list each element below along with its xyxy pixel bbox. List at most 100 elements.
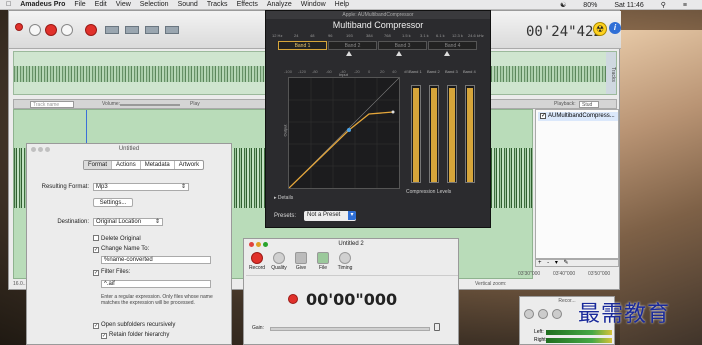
- ruler-tick: 03'40"000: [553, 271, 576, 277]
- menu-app[interactable]: Amadeus Pro: [20, 1, 65, 8]
- minimize-button[interactable]: [38, 147, 43, 152]
- band-1-meter: [411, 85, 421, 183]
- change-name-label: Change Name To:: [101, 246, 150, 252]
- search-icon[interactable]: ⚲: [661, 1, 666, 9]
- give-tool[interactable]: Give: [290, 252, 312, 271]
- tab-format[interactable]: Format: [84, 161, 113, 169]
- checkbox-icon: [93, 235, 99, 241]
- effects-panel: ✓ AUMultibandCompress...: [535, 109, 619, 259]
- playback-select[interactable]: Stud: [579, 101, 599, 108]
- checkbox-checked-icon: ✓: [93, 270, 99, 276]
- mini-edit-button[interactable]: [552, 309, 562, 319]
- edit-tool-icon[interactable]: [105, 26, 119, 34]
- details-disclosure[interactable]: ▸ Details: [274, 195, 293, 201]
- band-3-button[interactable]: Band 3: [378, 41, 427, 50]
- right-level-meter: [546, 338, 612, 343]
- trim-tool-icon[interactable]: [165, 26, 179, 34]
- menu-analyze[interactable]: Analyze: [267, 1, 292, 8]
- mini-record-button[interactable]: [524, 309, 534, 319]
- record-button[interactable]: [85, 24, 97, 36]
- band-4-button[interactable]: Band 4: [428, 41, 477, 50]
- tracks-tab[interactable]: Tracks: [606, 52, 616, 94]
- close-button[interactable]: [15, 23, 23, 31]
- freq-label: 193: [346, 33, 353, 38]
- stop-button[interactable]: [45, 24, 57, 36]
- band-1-button[interactable]: Band 1: [278, 41, 327, 50]
- apple-icon[interactable]: : [6, 1, 11, 8]
- delete-original-label: Delete Original: [101, 236, 141, 242]
- freq-label: 12.3 k: [452, 33, 463, 38]
- crossover-handle-2[interactable]: [396, 51, 402, 56]
- mbc-titlebar: Apple: AUMultibandCompressor: [266, 11, 490, 19]
- info-icon[interactable]: i: [609, 22, 621, 34]
- wave-tool-icon[interactable]: [145, 26, 159, 34]
- crossover-handle-3[interactable]: [444, 51, 450, 56]
- menu-help[interactable]: Help: [335, 1, 349, 8]
- clock[interactable]: Sat 11:46: [614, 2, 643, 9]
- mix-tool-icon[interactable]: [125, 26, 139, 34]
- effects-controls[interactable]: + - ▾ ✎: [535, 259, 619, 267]
- gain-slider[interactable]: [270, 327, 430, 331]
- graph-scale-label: -60: [326, 69, 332, 74]
- chevron-updown-icon: ⇕: [154, 219, 160, 225]
- format-select[interactable]: Mp3 ⇕: [93, 183, 189, 191]
- radiation-icon[interactable]: ☢: [593, 22, 607, 36]
- settings-button[interactable]: Settings...: [93, 198, 133, 207]
- delete-original-checkbox[interactable]: Delete Original: [93, 235, 141, 243]
- zoom-button[interactable]: [45, 147, 50, 152]
- record-icon: [251, 252, 263, 264]
- wifi-icon[interactable]: ☯: [560, 1, 566, 9]
- effect-item-label: AUMultibandCompress...: [548, 113, 615, 119]
- play-button[interactable]: [61, 24, 73, 36]
- freq-label: 3.1 k: [420, 33, 429, 38]
- record-button[interactable]: [288, 294, 298, 304]
- freq-label: 6.1 k: [436, 33, 445, 38]
- give-tool-label: Give: [295, 265, 307, 271]
- menu-view[interactable]: View: [116, 1, 131, 8]
- menu-list-icon[interactable]: ≡: [683, 2, 687, 9]
- close-button[interactable]: [31, 147, 36, 152]
- retain-hierarchy-checkbox[interactable]: ✓ Retain folder hierarchy: [101, 331, 169, 339]
- menu-sound[interactable]: Sound: [178, 1, 198, 8]
- freq-label: 1.5 k: [402, 33, 411, 38]
- tab-metadata[interactable]: Metadata: [141, 161, 175, 169]
- checkbox-checked-icon: ✓: [101, 333, 107, 339]
- band-2-button[interactable]: Band 2: [328, 41, 377, 50]
- open-subfolders-checkbox[interactable]: ✓ Open subfolders recursively: [93, 321, 175, 329]
- rewind-button[interactable]: [29, 24, 41, 36]
- battery-percent[interactable]: 80%: [583, 2, 597, 9]
- effect-enabled-checkbox[interactable]: ✓: [540, 113, 546, 119]
- record-tool[interactable]: Record: [246, 252, 268, 271]
- menu-tracks[interactable]: Tracks: [207, 1, 228, 8]
- menu-effects[interactable]: Effects: [237, 1, 258, 8]
- change-name-checkbox[interactable]: ✓ Change Name To:: [93, 245, 149, 253]
- menubar-status: ☯ 80% Sat 11:46 ⚲ ≡: [560, 0, 696, 10]
- file-tool[interactable]: File: [312, 252, 334, 271]
- crossover-handle-1[interactable]: [346, 51, 352, 56]
- play-toggle[interactable]: Play: [190, 101, 200, 107]
- timing-tool[interactable]: Timing: [334, 252, 356, 271]
- close-button[interactable]: [249, 242, 254, 247]
- menu-window[interactable]: Window: [301, 1, 326, 8]
- tab-artwork[interactable]: Artwork: [175, 161, 203, 169]
- tab-actions[interactable]: Actions: [112, 161, 141, 169]
- filter-regex-input[interactable]: ^.aif: [101, 280, 211, 288]
- compression-curve-graph[interactable]: Input Output: [283, 72, 400, 189]
- menu-selection[interactable]: Selection: [140, 1, 169, 8]
- track-name-input[interactable]: Track name: [30, 101, 74, 108]
- preset-select[interactable]: Not a Preset ▾: [304, 211, 356, 221]
- menu-edit[interactable]: Edit: [95, 1, 107, 8]
- name-pattern-input[interactable]: %name-converted: [101, 256, 211, 264]
- effect-item[interactable]: ✓ AUMultibandCompress...: [538, 112, 618, 121]
- filter-files-checkbox[interactable]: ✓ Filter Files:: [93, 268, 130, 276]
- ruler-tick: 03'30"000: [518, 271, 541, 277]
- recorder-title: Untitled 2: [338, 241, 364, 247]
- lock-icon[interactable]: [434, 323, 440, 331]
- zoom-button[interactable]: [263, 242, 268, 247]
- quality-tool[interactable]: Quality: [268, 252, 290, 271]
- destination-select[interactable]: Original Location ⇕: [93, 218, 163, 226]
- minimize-button[interactable]: [256, 242, 261, 247]
- volume-slider[interactable]: [120, 104, 180, 106]
- mini-settings-button[interactable]: [538, 309, 548, 319]
- menu-file[interactable]: File: [74, 1, 85, 8]
